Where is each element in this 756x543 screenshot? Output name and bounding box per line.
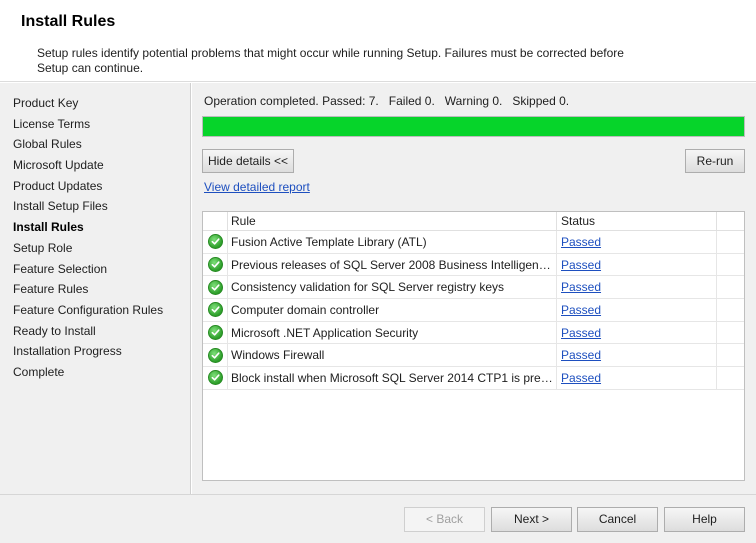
rule-status-cell: Passed	[557, 276, 717, 299]
page-title: Install Rules	[21, 13, 116, 30]
sidebar-item-setup-role[interactable]: Setup Role	[0, 238, 190, 259]
progress-bar-fill	[203, 117, 744, 136]
table-row[interactable]: Computer domain controller Passed	[203, 299, 744, 322]
sidebar-item-license-terms[interactable]: License Terms	[0, 114, 190, 135]
rerun-button[interactable]: Re-run	[685, 149, 745, 173]
rule-name: Windows Firewall	[228, 344, 557, 367]
rules-table-body: Fusion Active Template Library (ATL) Pass…	[203, 231, 744, 390]
sidebar-item-feature-configuration-rules[interactable]: Feature Configuration Rules	[0, 300, 190, 321]
wizard-steps-list: Product Key License Terms Global Rules Micr…	[0, 83, 190, 383]
rule-status-cell: Passed	[557, 321, 717, 344]
passed-check-icon	[203, 253, 228, 276]
passed-check-icon	[203, 344, 228, 367]
table-row[interactable]: Consistency validation for SQL Server re…	[203, 276, 744, 300]
view-detailed-report-link[interactable]: View detailed report	[204, 180, 310, 194]
rule-status-link[interactable]: Passed	[561, 280, 601, 294]
operation-status-text: Operation completed. Passed: 7. Failed 0…	[204, 94, 570, 108]
icon-column-header	[203, 212, 228, 230]
wizard-footer: < Back Next > Cancel Help	[0, 494, 756, 543]
passed-check-icon	[203, 231, 228, 253]
page-header: Install Rules Setup rules identify poten…	[0, 0, 756, 82]
rule-name: Block install when Microsoft SQL Server …	[228, 367, 557, 389]
rule-column-header[interactable]: Rule	[228, 212, 557, 230]
table-row[interactable]: Block install when Microsoft SQL Server …	[203, 367, 744, 390]
table-row[interactable]: Windows Firewall Passed	[203, 344, 744, 368]
main-panel: Operation completed. Passed: 7. Failed 0…	[192, 83, 756, 494]
sidebar-item-product-updates[interactable]: Product Updates	[0, 176, 190, 197]
rule-status-cell: Passed	[557, 299, 717, 321]
sidebar-item-product-key[interactable]: Product Key	[0, 93, 190, 114]
rule-status-link[interactable]: Passed	[561, 348, 601, 362]
sidebar-item-installation-progress[interactable]: Installation Progress	[0, 341, 190, 362]
rule-status-cell: Passed	[557, 231, 717, 253]
table-row[interactable]: Microsoft .NET Application Security Passe…	[203, 321, 744, 345]
passed-check-icon	[203, 367, 228, 389]
rule-status-cell: Passed	[557, 367, 717, 389]
sidebar-item-install-rules[interactable]: Install Rules	[0, 217, 190, 238]
page-description: Setup rules identify potential problems …	[37, 46, 624, 75]
sidebar-item-ready-to-install[interactable]: Ready to Install	[0, 321, 190, 342]
rule-status-cell: Passed	[557, 253, 717, 276]
rule-name: Consistency validation for SQL Server re…	[228, 276, 557, 299]
rule-status-link[interactable]: Passed	[561, 303, 601, 317]
table-row[interactable]: Fusion Active Template Library (ATL) Pass…	[203, 231, 744, 254]
passed-check-icon	[203, 276, 228, 299]
back-button[interactable]: < Back	[404, 507, 485, 532]
rule-status-cell: Passed	[557, 344, 717, 367]
rule-status-link[interactable]: Passed	[561, 326, 601, 340]
rule-name: Computer domain controller	[228, 299, 557, 321]
sidebar-item-install-setup-files[interactable]: Install Setup Files	[0, 196, 190, 217]
sidebar-item-microsoft-update[interactable]: Microsoft Update	[0, 155, 190, 176]
sidebar-item-feature-rules[interactable]: Feature Rules	[0, 279, 190, 300]
status-column-header[interactable]: Status	[557, 212, 717, 230]
sidebar-item-complete[interactable]: Complete	[0, 362, 190, 383]
sidebar-item-global-rules[interactable]: Global Rules	[0, 134, 190, 155]
rule-status-link[interactable]: Passed	[561, 258, 601, 272]
passed-check-icon	[203, 299, 228, 321]
progress-bar	[202, 116, 745, 137]
table-row[interactable]: Previous releases of SQL Server 2008 Bus…	[203, 253, 744, 277]
wizard-steps-sidebar: Product Key License Terms Global Rules Micr…	[0, 83, 191, 494]
rule-name: Previous releases of SQL Server 2008 Bus…	[228, 253, 557, 276]
hide-details-button[interactable]: Hide details <<	[202, 149, 294, 173]
rule-name: Fusion Active Template Library (ATL)	[228, 231, 557, 253]
rule-status-link[interactable]: Passed	[561, 371, 601, 385]
next-button[interactable]: Next >	[491, 507, 572, 532]
help-button[interactable]: Help	[664, 507, 745, 532]
cancel-button[interactable]: Cancel	[577, 507, 658, 532]
rule-status-link[interactable]: Passed	[561, 235, 601, 249]
rules-table-header: Rule Status	[203, 212, 744, 231]
rule-name: Microsoft .NET Application Security	[228, 321, 557, 344]
passed-check-icon	[203, 321, 228, 344]
rules-table: Rule Status Fusion Active Template Libra…	[202, 211, 745, 481]
sidebar-item-feature-selection[interactable]: Feature Selection	[0, 259, 190, 280]
